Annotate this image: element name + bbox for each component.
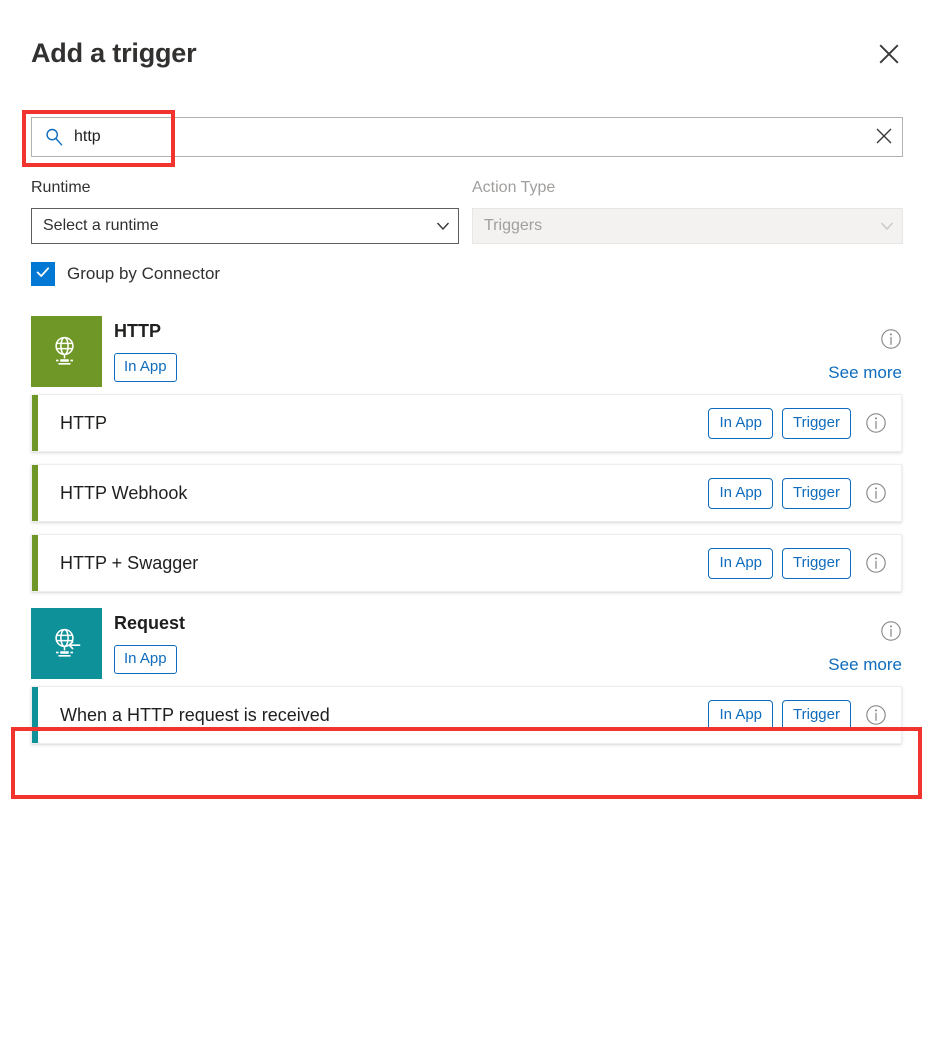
operation-row[interactable]: When a HTTP request is received In App Tri… (31, 686, 902, 744)
connector-meta: HTTP In App (114, 318, 177, 382)
badge-in-app: In App (114, 353, 177, 382)
connector-name: HTTP (114, 321, 161, 341)
operation-accent-bar (32, 535, 38, 591)
info-icon[interactable] (880, 328, 902, 350)
close-icon (878, 43, 900, 65)
info-icon[interactable] (865, 412, 887, 434)
see-more-link[interactable]: See more (828, 654, 902, 676)
runtime-label: Runtime (31, 179, 91, 196)
badge-trigger: Trigger (782, 547, 851, 579)
operation-list: When a HTTP request is received In App Tri… (0, 682, 933, 744)
panel-header: Add a trigger (0, 0, 933, 96)
operation-name: When a HTTP request is received (60, 704, 330, 725)
info-icon[interactable] (865, 482, 887, 504)
badge-trigger: Trigger (782, 699, 851, 731)
operation-badges: In App Trigger (708, 547, 851, 579)
operation-row[interactable]: HTTP In App Trigger (31, 394, 902, 452)
operation-name: HTTP Webhook (60, 482, 188, 503)
info-icon[interactable] (865, 552, 887, 574)
globe-network-icon (31, 316, 102, 387)
group-by-connector-label: Group by Connector (67, 264, 221, 283)
operation-name: HTTP + Swagger (60, 552, 199, 573)
page-title: Add a trigger (31, 38, 197, 68)
operation-badges: In App Trigger (708, 407, 851, 439)
runtime-dropdown[interactable]: Select a runtime (31, 208, 459, 244)
operation-accent-bar (32, 687, 38, 743)
checkbox-box (31, 262, 55, 286)
results-list: HTTP In App See more HTTP In App Trigger HTTP … (0, 316, 933, 760)
chevron-down-icon (872, 218, 902, 234)
badge-in-app: In App (708, 699, 774, 731)
clear-search-button[interactable] (866, 118, 902, 156)
badge-in-app: In App (708, 547, 774, 579)
operation-accent-bar (32, 395, 38, 451)
see-more-link[interactable]: See more (828, 362, 902, 384)
chevron-down-icon (428, 218, 458, 234)
operation-row[interactable]: HTTP Webhook In App Trigger (31, 464, 902, 522)
operation-row[interactable]: HTTP + Swagger In App Trigger (31, 534, 902, 592)
search-bar[interactable] (31, 117, 903, 157)
connector-group-header: HTTP In App See more (0, 316, 933, 390)
add-trigger-panel: Add a trigger R (0, 0, 933, 1055)
checkmark-icon (35, 264, 51, 285)
connector-group-header: Request In App See more (0, 608, 933, 682)
connector-name: Request (114, 613, 186, 633)
operation-name: HTTP (60, 412, 107, 433)
action-type-label: Action Type (472, 179, 556, 196)
badge-trigger: Trigger (782, 477, 851, 509)
operation-badges: In App Trigger (708, 699, 851, 731)
info-icon[interactable] (865, 704, 887, 726)
badge-in-app: In App (708, 477, 774, 509)
badge-trigger: Trigger (782, 407, 851, 439)
badge-in-app: In App (708, 407, 774, 439)
action-type-field: Action Type Triggers (472, 178, 903, 244)
connector-group: HTTP In App See more HTTP In App Trigger HTTP … (0, 316, 933, 592)
search-input[interactable] (64, 118, 866, 156)
search-icon (44, 127, 64, 147)
action-type-dropdown[interactable]: Triggers (472, 208, 903, 244)
globe-inbound-arrow-icon (31, 608, 102, 679)
connector-meta: Request In App (114, 610, 185, 674)
connector-badge-wrap: In App (114, 645, 185, 674)
info-icon[interactable] (880, 620, 902, 642)
action-type-dropdown-value: Triggers (484, 217, 543, 234)
clear-icon (875, 127, 893, 148)
operation-list: HTTP In App Trigger HTTP Webhook In App Trigg… (0, 390, 933, 592)
group-by-connector-checkbox[interactable]: Group by Connector (31, 262, 220, 286)
operation-badges: In App Trigger (708, 477, 851, 509)
runtime-field: Runtime Select a runtime (31, 178, 459, 244)
badge-in-app: In App (114, 645, 177, 674)
connector-group: Request In App See more When a HTTP request… (0, 608, 933, 744)
connector-badge-wrap: In App (114, 353, 177, 382)
operation-accent-bar (32, 465, 38, 521)
close-button[interactable] (873, 38, 905, 70)
runtime-dropdown-value: Select a runtime (43, 217, 159, 234)
